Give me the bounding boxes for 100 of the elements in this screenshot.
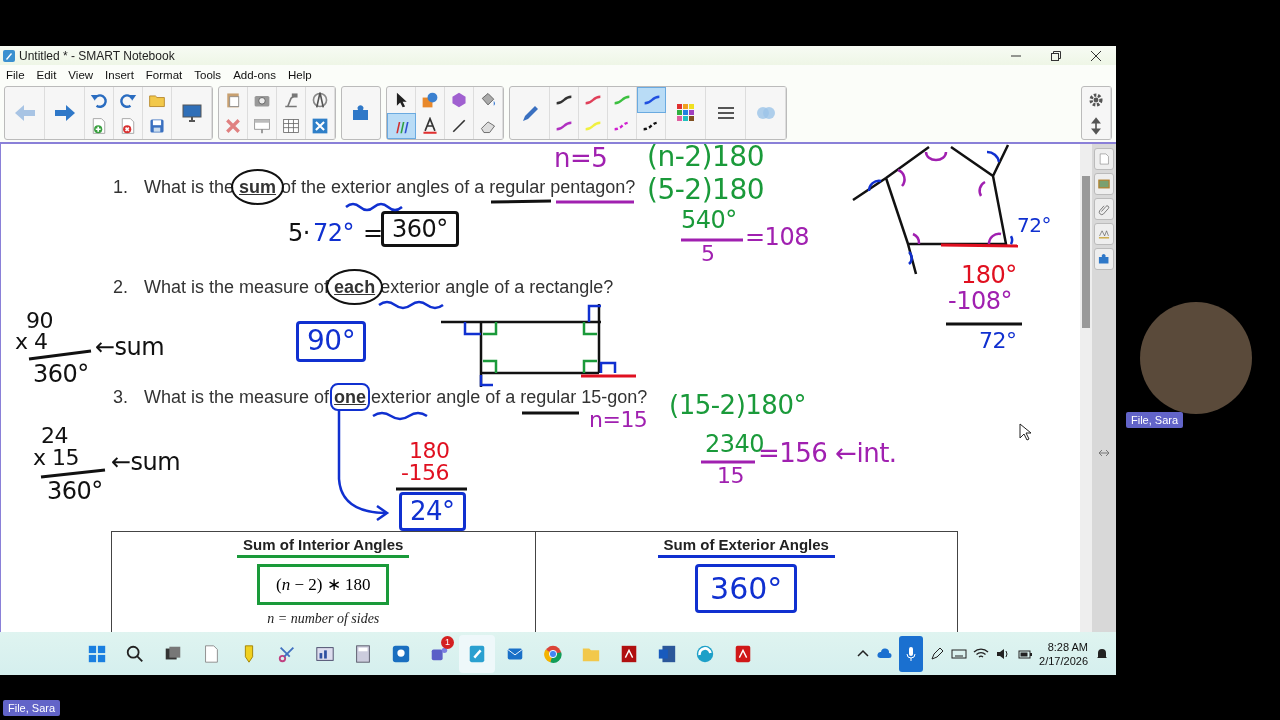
browser-circle-icon <box>543 643 563 664</box>
ink-underline <box>522 411 579 415</box>
handwritten-note: 180° <box>961 262 1017 289</box>
handwritten-note: 360° <box>33 361 89 388</box>
fraction-bar <box>681 238 743 242</box>
shapes-icon <box>421 91 439 109</box>
ink-underline <box>490 199 552 204</box>
squiggle-underline <box>372 411 428 421</box>
delete-page-icon <box>119 117 137 135</box>
fraction-bar <box>40 468 106 479</box>
participant-name: File, Sara <box>1126 412 1184 428</box>
formula-box: (n − 2) ∗ 180 <box>257 564 390 605</box>
wave-circle-icon <box>695 643 715 664</box>
handwritten-note: 72° <box>313 220 355 247</box>
boxed-answer: 360° <box>695 564 798 613</box>
lamp-icon <box>282 91 300 109</box>
handwritten-note: 5· <box>288 220 310 247</box>
undo-icon <box>90 91 108 109</box>
handwritten-note: 5 <box>701 242 715 267</box>
menu-item[interactable]: Insert <box>99 68 140 81</box>
microphone-button[interactable] <box>899 635 924 672</box>
puzzle-piece-icon <box>1097 252 1111 266</box>
handwritten-note: (15-2)180° <box>669 391 806 420</box>
boxed-answer: 24° <box>399 492 466 531</box>
calculator-icon <box>353 643 373 664</box>
table-icon <box>282 117 300 135</box>
hexagon-icon <box>450 91 468 109</box>
restore-icon <box>1051 50 1061 61</box>
pen-icon[interactable] <box>929 645 946 662</box>
handwritten-note: 15 <box>717 464 744 489</box>
menu-item[interactable]: Add-ons <box>227 68 282 81</box>
add-page-icon <box>90 117 108 135</box>
notification-badge: 1 <box>441 635 454 649</box>
clipboard-icon <box>224 91 242 109</box>
paperclip-tab[interactable] <box>1094 198 1114 220</box>
question-number: 2. <box>113 277 128 298</box>
column-heading: Sum of Interior Angles <box>237 536 410 558</box>
redo-icon <box>119 91 137 109</box>
fraction-bar <box>28 349 92 361</box>
handwritten-note: 90 <box>26 309 53 333</box>
handwritten-note: -156 <box>401 461 449 486</box>
handwritten-note: 24 <box>41 424 68 449</box>
fraction-bar <box>396 487 467 491</box>
text-properties-icon <box>1097 227 1111 241</box>
question-number: 1. <box>113 177 128 198</box>
full-screen-icon <box>311 117 329 135</box>
handwritten-note: (5-2)180 <box>647 175 765 206</box>
boxed-answer: 360° <box>381 211 459 248</box>
compass-icon <box>311 91 329 109</box>
handwritten-note: 72° <box>979 329 1017 354</box>
settings-icon <box>1087 91 1105 109</box>
handwritten-note: 72° <box>1017 214 1051 236</box>
line-icon <box>450 117 468 135</box>
pens-button[interactable] <box>387 113 416 139</box>
handwritten-note: ←sum <box>95 334 165 361</box>
handwritten-note: (n-2)180 <box>647 144 764 173</box>
presenter-name: File, Sara <box>3 700 61 716</box>
page-icon <box>1097 152 1111 166</box>
save-icon <box>148 117 166 135</box>
clock-date[interactable]: 2/17/2026 <box>1039 654 1088 667</box>
handwritten-note: 540° <box>681 207 737 234</box>
forward-arrow-icon <box>53 102 76 124</box>
clock-time[interactable]: 8:28 AM <box>1047 640 1088 653</box>
start-icon <box>87 643 107 664</box>
monitor-icon <box>180 102 203 124</box>
squiggle-underline <box>378 300 444 310</box>
boxed-answer: 90° <box>296 321 367 362</box>
menu-item[interactable]: File <box>0 68 31 81</box>
handwritten-note: x 15 <box>33 446 79 471</box>
menu-item[interactable]: View <box>62 68 100 81</box>
picture-icon <box>1097 177 1111 191</box>
formula-note: n = number of sides <box>267 611 380 627</box>
resize-arrows-icon <box>1099 449 1109 456</box>
color-grid-icon <box>674 102 697 124</box>
menu-item[interactable]: Edit <box>30 68 63 81</box>
menu-item[interactable]: Help <box>281 68 318 81</box>
column-heading: Sum of Exterior Angles <box>657 536 835 558</box>
text-letter-icon <box>421 117 439 135</box>
lightbulb-icon <box>391 643 411 664</box>
menu-item[interactable]: Format <box>139 68 189 81</box>
taskbar-app-button[interactable]: 1 <box>421 634 457 673</box>
handwritten-note: ←sum <box>111 449 181 476</box>
handwritten-note: n=5 <box>554 144 608 173</box>
delete-icon <box>224 117 242 135</box>
puzzle-piece-button[interactable] <box>341 86 381 140</box>
picture-tab[interactable] <box>1094 173 1114 195</box>
menu-item[interactable]: Tools <box>188 68 228 81</box>
fraction-bar <box>701 460 755 464</box>
app-icon <box>3 49 15 62</box>
word-document-icon <box>657 643 677 664</box>
search-icon <box>125 643 145 664</box>
scrollbar-thumb[interactable] <box>1082 176 1090 328</box>
puzzle-piece-tab[interactable] <box>1094 248 1114 270</box>
handwritten-note: x 4 <box>15 330 48 355</box>
window-title: Untitled * - SMART Notebook <box>19 48 176 63</box>
handwritten-note: = <box>363 220 383 247</box>
paperclip-icon <box>1097 202 1111 216</box>
question-number: 3. <box>113 387 128 408</box>
mouse-cursor-icon <box>1019 423 1031 441</box>
handwritten-note: 360° <box>47 478 103 505</box>
